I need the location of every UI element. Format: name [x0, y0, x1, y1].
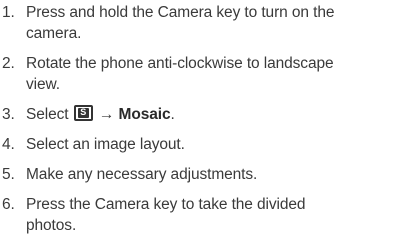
step-text: Make any necessary adjustments.: [26, 164, 418, 185]
step-text: Press the Camera key to take the divided…: [26, 194, 418, 236]
step-number: 2.: [2, 55, 15, 72]
step-number: 4.: [2, 136, 15, 153]
step-prefix: Select: [26, 106, 69, 123]
step-number: 5.: [2, 166, 15, 183]
step-text: Select S → Mosaic.: [26, 104, 418, 125]
arrow-icon: →: [98, 106, 115, 123]
mosaic-label: Mosaic: [118, 106, 171, 123]
step-number: 1.: [2, 4, 15, 21]
step-number: 6.: [2, 196, 15, 213]
step-line: Select S → Mosaic.: [26, 104, 418, 125]
step-text: Rotate the phone anti-clockwise to lands…: [26, 53, 418, 95]
step-line: Select an image layout.: [26, 136, 185, 153]
step-text: Press and hold the Camera key to turn on…: [26, 2, 418, 44]
settings-key-icon: S: [73, 105, 93, 121]
step-line: Rotate the phone anti-clockwise to lands…: [26, 55, 334, 72]
step-line: Make any necessary adjustments.: [26, 166, 258, 183]
step-line: view.: [26, 76, 60, 93]
settings-key-glyph: S: [80, 107, 87, 117]
step-line: camera.: [26, 25, 82, 42]
step-suffix: .: [170, 106, 175, 123]
step-line: Press the Camera key to take the divided: [26, 196, 306, 213]
step-line: Press and hold the Camera key to turn on…: [26, 4, 335, 21]
step-text: Select an image layout.: [26, 134, 418, 155]
step-number: 3.: [2, 106, 15, 123]
step-line: photos.: [26, 217, 77, 234]
